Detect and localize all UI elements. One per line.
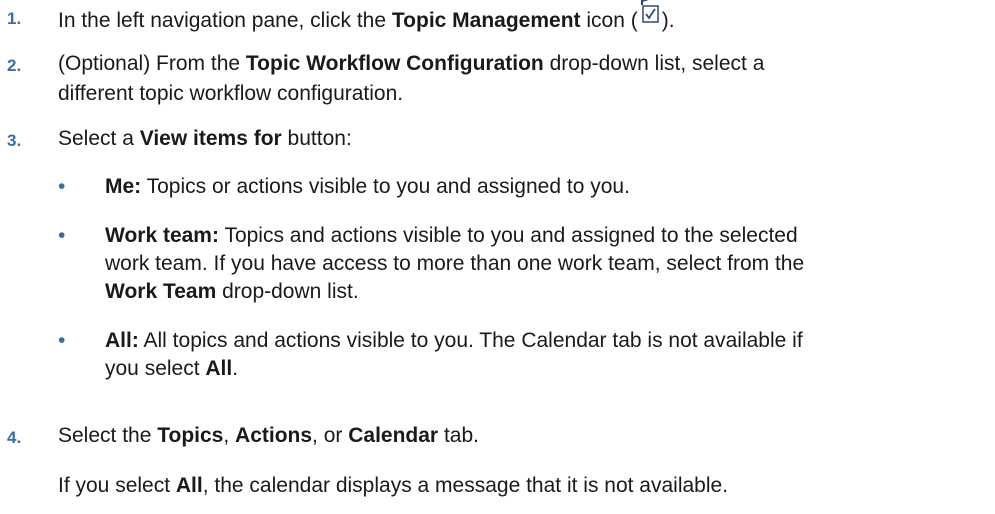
topic-management-icon — [639, 0, 661, 33]
ui-term: Topic Management — [391, 9, 581, 32]
text-run: drop-down list. — [216, 280, 359, 303]
bullet-text: Me: Topics or actions visible to you and… — [105, 173, 975, 201]
ui-term: Actions — [235, 424, 313, 447]
text-run: . — [232, 357, 239, 380]
ui-term: Me: — [105, 175, 142, 198]
ui-term: All: — [105, 329, 139, 352]
ui-term: Topic Workflow Configuration — [245, 52, 544, 75]
ui-term: Topics — [157, 424, 224, 447]
text-run: ). — [661, 9, 675, 32]
bullet-glyph: • — [58, 329, 66, 352]
text-run: tab. — [438, 424, 479, 447]
text-run: , — [223, 424, 236, 447]
bullet-text-line2: work team. If you have access to more th… — [105, 252, 805, 275]
bullet-text: All: All topics and actions visible to y… — [105, 327, 975, 355]
ui-term: View items for — [139, 127, 282, 150]
text-run: Topics or actions visible to you and ass… — [141, 175, 630, 198]
text-run: (Optional) From the — [58, 52, 246, 75]
step-text-line2: different topic workflow configuration. — [58, 82, 404, 105]
text-run: , the calendar displays a message that i… — [202, 474, 729, 497]
text-run: Select a — [58, 127, 140, 150]
text-run: Topics and actions visible to you and as… — [218, 224, 798, 247]
text-run: you select — [105, 357, 206, 380]
step-text: In the left navigation pane, click the T… — [58, 0, 978, 35]
text-run: , or — [312, 424, 349, 447]
step-text: Select the Topics, Actions, or Calendar … — [58, 422, 978, 450]
bullet-glyph: • — [58, 175, 66, 198]
text-run: Select the — [58, 424, 158, 447]
text-run: drop-down list, select a — [543, 52, 765, 75]
ui-term: Work Team — [105, 280, 217, 303]
ui-term: Calendar — [348, 424, 439, 447]
bullet-text-line2: you select All. — [105, 355, 975, 383]
bullet-text: Work team: Topics and actions visible to… — [105, 222, 975, 250]
text-run: icon ( — [580, 9, 638, 32]
text-run: All topics and actions visible to you. T… — [138, 329, 803, 352]
bullet-glyph: • — [58, 224, 66, 247]
ui-term: Work team: — [105, 224, 219, 247]
text-run: If you select — [58, 474, 176, 497]
step-note: If you select All, the calendar displays… — [58, 472, 978, 500]
ui-term: All — [205, 357, 233, 380]
text-run: button: — [281, 127, 352, 150]
step-number: 2. — [7, 56, 22, 75]
bullet-text-line3: Work Team drop-down list. — [105, 278, 975, 306]
step-text: Select a View items for button: — [58, 125, 978, 153]
ui-term: All — [175, 474, 203, 497]
text-run: In the left navigation pane, click the — [58, 9, 392, 32]
step-number: 1. — [7, 9, 22, 28]
step-number: 4. — [7, 428, 22, 447]
instruction-document: 1. In the left navigation pane, click th… — [0, 0, 995, 514]
step-text: (Optional) From the Topic Workflow Confi… — [58, 50, 978, 78]
step-number: 3. — [7, 131, 22, 150]
